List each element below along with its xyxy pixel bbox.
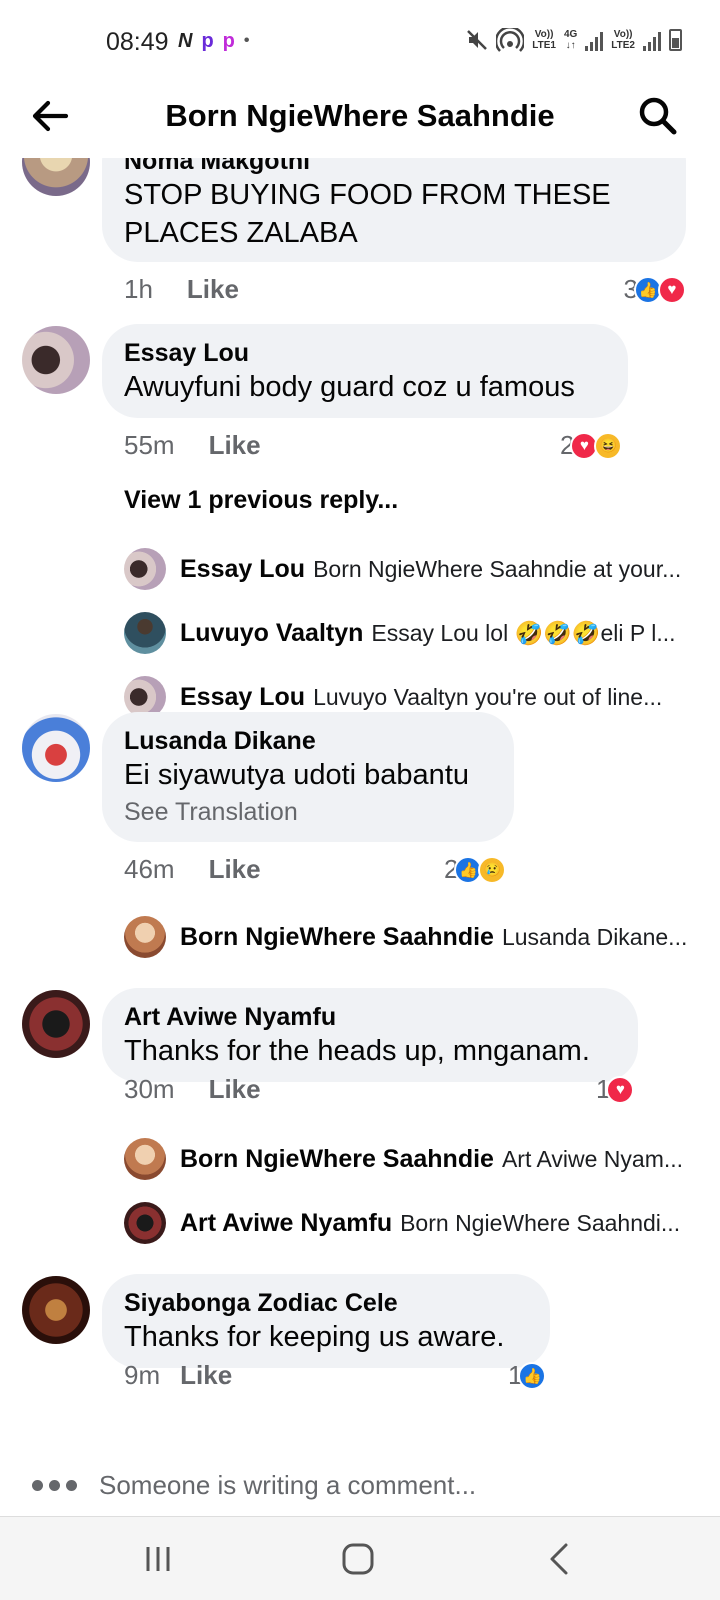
like-button[interactable]: Like	[209, 1074, 261, 1104]
reply-text: Art Aviwe Nyam...	[501, 1145, 684, 1172]
comment-author[interactable]: Essay Lou	[124, 338, 606, 368]
status-time: 08:49	[106, 28, 169, 56]
comment-time: 30m	[124, 1074, 175, 1104]
comment-time: 55m	[124, 430, 175, 460]
hotspot-icon	[496, 28, 525, 52]
battery-icon	[669, 29, 682, 51]
like-button[interactable]: Like	[209, 854, 261, 884]
like-button[interactable]: Like	[180, 1360, 232, 1390]
more-notifications-icon: •	[243, 32, 250, 49]
reply-item[interactable]: Luvuyo Vaaltyn Essay Lou lol 🤣🤣🤣eli P l.…	[124, 612, 696, 654]
avatar[interactable]	[22, 714, 90, 782]
like-reaction-icon: 👍	[518, 1361, 547, 1390]
reply-text: Born NgieWhere Saahndi...	[400, 1209, 681, 1236]
avatar[interactable]	[124, 1202, 166, 1244]
comment-author[interactable]: Lusanda Dikane	[124, 726, 492, 756]
reply-item[interactable]: Born NgieWhere Saahndie Art Aviwe Nyam..…	[124, 1138, 696, 1180]
like-button[interactable]: Like	[187, 274, 239, 304]
app-header: Born NgieWhere Saahndie	[0, 88, 720, 158]
haha-reaction-icon: 😆	[594, 431, 623, 460]
comment-bubble[interactable]: Siyabonga Zodiac Cele Thanks for keeping…	[102, 1274, 550, 1368]
see-translation-link[interactable]: See Translation	[124, 794, 492, 830]
typing-dots-icon	[32, 1480, 77, 1491]
comment-time: 1h	[124, 274, 153, 304]
sad-reaction-icon: 😢	[478, 855, 507, 884]
avatar[interactable]	[124, 916, 166, 958]
system-nav-bar	[0, 1516, 720, 1600]
comment-text: Awuyfuni body guard coz u famous	[124, 371, 575, 403]
avatar[interactable]	[22, 158, 90, 196]
lte2-label: Vo)) LTE2	[611, 29, 635, 51]
typing-indicator-text: Someone is writing a comment...	[99, 1470, 477, 1500]
avatar[interactable]	[124, 612, 166, 654]
comment-author[interactable]: Art Aviwe Nyamfu	[124, 1002, 616, 1032]
comment-author[interactable]: Siyabonga Zodiac Cele	[124, 1288, 528, 1318]
recents-icon[interactable]	[138, 1539, 178, 1579]
comment-text: Ei siyawutya udoti babantu	[124, 759, 469, 791]
reply-author[interactable]: Born NgieWhere Saahndie	[180, 923, 494, 952]
comment-meta: 55m Like	[124, 430, 261, 461]
reaction-summary[interactable]: 2 ♥ 😆	[560, 430, 623, 461]
reply-text: Luvuyo Vaaltyn you're out of line...	[313, 683, 663, 710]
p-app-icon: p	[201, 30, 214, 52]
search-icon[interactable]	[636, 94, 680, 138]
avatar[interactable]	[22, 326, 90, 394]
reaction-summary[interactable]: 2 👍 😢	[444, 854, 507, 885]
4g-label: 4G ↓↑	[563, 29, 578, 51]
comment-text: Thanks for keeping us aware.	[124, 1321, 505, 1353]
comment-time: 46m	[124, 854, 175, 884]
reply-author[interactable]: Essay Lou	[180, 555, 305, 584]
signal-icon-2	[643, 29, 661, 51]
comment-meta: 9m Like	[124, 1360, 232, 1391]
home-icon[interactable]	[338, 1539, 378, 1579]
reaction-summary[interactable]: 3 👍 ♥	[624, 274, 686, 305]
reply-item[interactable]: Essay Lou Born NgieWhere Saahndie at you…	[124, 548, 696, 590]
view-previous-replies[interactable]: View 1 previous reply...	[124, 486, 398, 515]
avatar[interactable]	[22, 990, 90, 1058]
comment-text: STOP BUYING FOOD FROM THESE PLACES ZALAB…	[124, 179, 611, 249]
like-button[interactable]: Like	[209, 430, 261, 460]
p-app-icon-2: p	[222, 30, 235, 52]
comment-text: Thanks for the heads up, mnganam.	[124, 1035, 590, 1067]
reply-author[interactable]: Luvuyo Vaaltyn	[180, 619, 363, 648]
reply-text: Born NgieWhere Saahndie at your...	[313, 555, 682, 582]
avatar[interactable]	[124, 1138, 166, 1180]
reply-item[interactable]: Art Aviwe Nyamfu Born NgieWhere Saahndi.…	[124, 1202, 696, 1244]
notification-icons: N p p •	[178, 29, 250, 53]
comment-bubble[interactable]: Lusanda Dikane Ei siyawutya udoti babant…	[102, 712, 514, 842]
n-app-icon: N	[178, 30, 193, 52]
comment-author[interactable]: Noma Makgothi	[124, 158, 664, 176]
signal-icon	[585, 29, 604, 51]
reply-text: Lusanda Dikane...	[501, 923, 688, 950]
reply-text: Essay Lou lol 🤣🤣🤣eli P l...	[371, 619, 676, 646]
reply-author[interactable]: Art Aviwe Nyamfu	[180, 1209, 392, 1238]
comment-bubble[interactable]: Art Aviwe Nyamfu Thanks for the heads up…	[102, 988, 638, 1082]
system-icons: Vo)) LTE1 4G ↓↑ Vo)) LTE2	[466, 28, 682, 52]
status-bar: 08:49 N p p • Vo)) LTE1 4G ↓↑ Vo)) LTE2	[0, 0, 720, 88]
reaction-summary[interactable]: 1 ♥	[596, 1074, 635, 1105]
avatar[interactable]	[22, 1276, 90, 1344]
lte1-label: Vo)) LTE1	[532, 29, 556, 51]
page-title: Born NgieWhere Saahndie	[165, 98, 555, 133]
comment-list: Noma Makgothi STOP BUYING FOOD FROM THES…	[0, 158, 720, 1518]
comment-meta: 1h Like	[124, 274, 239, 305]
love-reaction-icon: ♥	[658, 275, 686, 304]
comment-time: 9m	[124, 1360, 161, 1390]
typing-indicator: Someone is writing a comment...	[32, 1470, 476, 1501]
comment-bubble[interactable]: Noma Makgothi STOP BUYING FOOD FROM THES…	[102, 158, 686, 262]
comment-bubble[interactable]: Essay Lou Awuyfuni body guard coz u famo…	[102, 324, 628, 418]
love-reaction-icon: ♥	[606, 1075, 635, 1104]
reply-author[interactable]: Essay Lou	[180, 683, 305, 712]
comment-meta: 30m Like	[124, 1074, 261, 1105]
reply-author[interactable]: Born NgieWhere Saahndie	[180, 1145, 494, 1174]
reaction-summary[interactable]: 1 👍	[508, 1360, 547, 1391]
chevron-left-icon[interactable]	[540, 1539, 580, 1579]
avatar[interactable]	[124, 548, 166, 590]
comment-meta: 46m Like	[124, 854, 261, 885]
reply-item[interactable]: Born NgieWhere Saahndie Lusanda Dikane..…	[124, 916, 696, 958]
mute-icon	[467, 30, 488, 50]
